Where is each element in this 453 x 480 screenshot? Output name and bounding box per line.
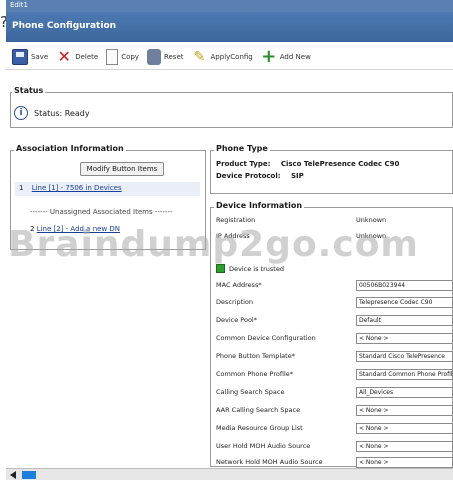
description-input[interactable]: Telepresence Codec C90: [356, 297, 453, 308]
user-hold-moh-label: User Hold MOH Audio Source: [216, 442, 311, 450]
info-icon: i: [14, 106, 28, 120]
save-label: Save: [31, 52, 49, 61]
window-title: Edit1: [6, 0, 453, 12]
reset-button[interactable]: Reset: [146, 48, 184, 65]
phone-button-template-label: Phone Button Template*: [216, 352, 295, 360]
apply-config-button[interactable]: ✎ ApplyConfig: [192, 49, 253, 65]
line-2-row: 2 Line [2] - Add a new DN: [30, 225, 120, 233]
reset-label: Reset: [163, 52, 184, 61]
calling-search-space-select[interactable]: All_Devices: [356, 387, 453, 398]
scroll-left-arrow-icon[interactable]: [10, 471, 16, 479]
common-phone-profile-label: Common Phone Profile*: [216, 370, 294, 378]
registration-value: Unknown: [356, 216, 387, 224]
delete-label: Delete: [75, 52, 99, 61]
device-protocol-label: Device Protocol:: [216, 172, 281, 180]
toolbar: Save ✕ Delete Copy Reset ✎ ApplyConfig +…: [6, 44, 453, 70]
ip-address-label: IP Address: [216, 232, 250, 240]
product-type-row: Product Type: Cisco TelePresence Codec C…: [216, 160, 399, 168]
user-hold-moh-select[interactable]: < None >: [356, 441, 453, 452]
device-trusted-label: Device is trusted: [229, 265, 284, 273]
association-title: Association Information: [14, 144, 126, 153]
add-new-label: Add New: [279, 52, 311, 61]
device-protocol-value: SIP: [291, 172, 304, 180]
plus-icon: +: [261, 45, 277, 67]
delete-icon: ✕: [57, 46, 71, 66]
status-text: Status: Ready: [34, 109, 90, 118]
media-resource-group-list-label: Media Resource Group List: [216, 424, 303, 432]
line-1-number: 1: [19, 184, 24, 192]
device-pool-select[interactable]: Default: [356, 315, 453, 326]
add-new-button[interactable]: + Add New: [261, 45, 311, 67]
save-button[interactable]: Save: [12, 48, 49, 65]
ip-address-value: Unknown: [356, 232, 387, 240]
registration-label: Registration: [216, 216, 256, 224]
device-pool-label: Device Pool*: [216, 316, 257, 324]
status-title: Status: [12, 86, 46, 95]
copy-icon: [106, 48, 119, 65]
common-device-config-label: Common Device Configuration: [216, 334, 316, 342]
modify-button-items-button[interactable]: Modify Button Items: [80, 162, 164, 176]
description-label: Description: [216, 298, 254, 306]
save-icon: [12, 48, 28, 65]
calling-search-space-label: Calling Search Space: [216, 388, 285, 396]
apply-config-label: ApplyConfig: [210, 52, 253, 61]
device-trusted-checkbox[interactable]: [216, 264, 225, 273]
product-type-value: Cisco TelePresence Codec C90: [280, 160, 400, 168]
line-2-link[interactable]: Line [2] - Add a new DN: [37, 225, 120, 233]
product-type-label: Product Type:: [216, 160, 271, 168]
network-hold-moh-label: Network Hold MOH Audio Source: [216, 458, 323, 466]
aar-calling-search-space-label: AAR Calling Search Space: [216, 406, 301, 414]
device-information-title: Device Information: [214, 201, 305, 210]
device-protocol-row: Device Protocol: SIP: [216, 172, 304, 180]
line-2-number: 2: [30, 225, 35, 233]
media-resource-group-list-select[interactable]: < None >: [356, 423, 453, 434]
pencil-icon: ✎: [193, 48, 206, 65]
scrollbar-thumb[interactable]: [22, 471, 36, 479]
delete-button[interactable]: ✕ Delete: [56, 46, 99, 66]
common-phone-profile-select[interactable]: Standard Common Phone Profile: [356, 369, 453, 380]
horizontal-scrollbar[interactable]: [6, 468, 453, 480]
network-hold-moh-select[interactable]: < None >: [356, 457, 453, 468]
unassigned-items-divider: ------- Unassigned Associated Items ----…: [30, 208, 173, 216]
page-title: Phone Configuration: [6, 12, 453, 42]
mac-address-input[interactable]: 00506B023944: [356, 280, 453, 291]
copy-button[interactable]: Copy: [106, 48, 139, 65]
copy-label: Copy: [121, 52, 139, 61]
aar-calling-search-space-select[interactable]: < None >: [356, 405, 453, 416]
line-1-link[interactable]: Line [1] - 7506 in Devices: [32, 184, 122, 192]
line-1-row: 1 Line [1] - 7506 in Devices: [15, 182, 200, 196]
phone-type-title: Phone Type: [214, 144, 270, 153]
phone-button-template-select[interactable]: Standard Cisco TelePresence: [356, 351, 453, 362]
reset-icon: [146, 48, 161, 65]
common-device-config-select[interactable]: < None >: [356, 333, 453, 344]
mac-address-label: MAC Address*: [216, 281, 262, 289]
